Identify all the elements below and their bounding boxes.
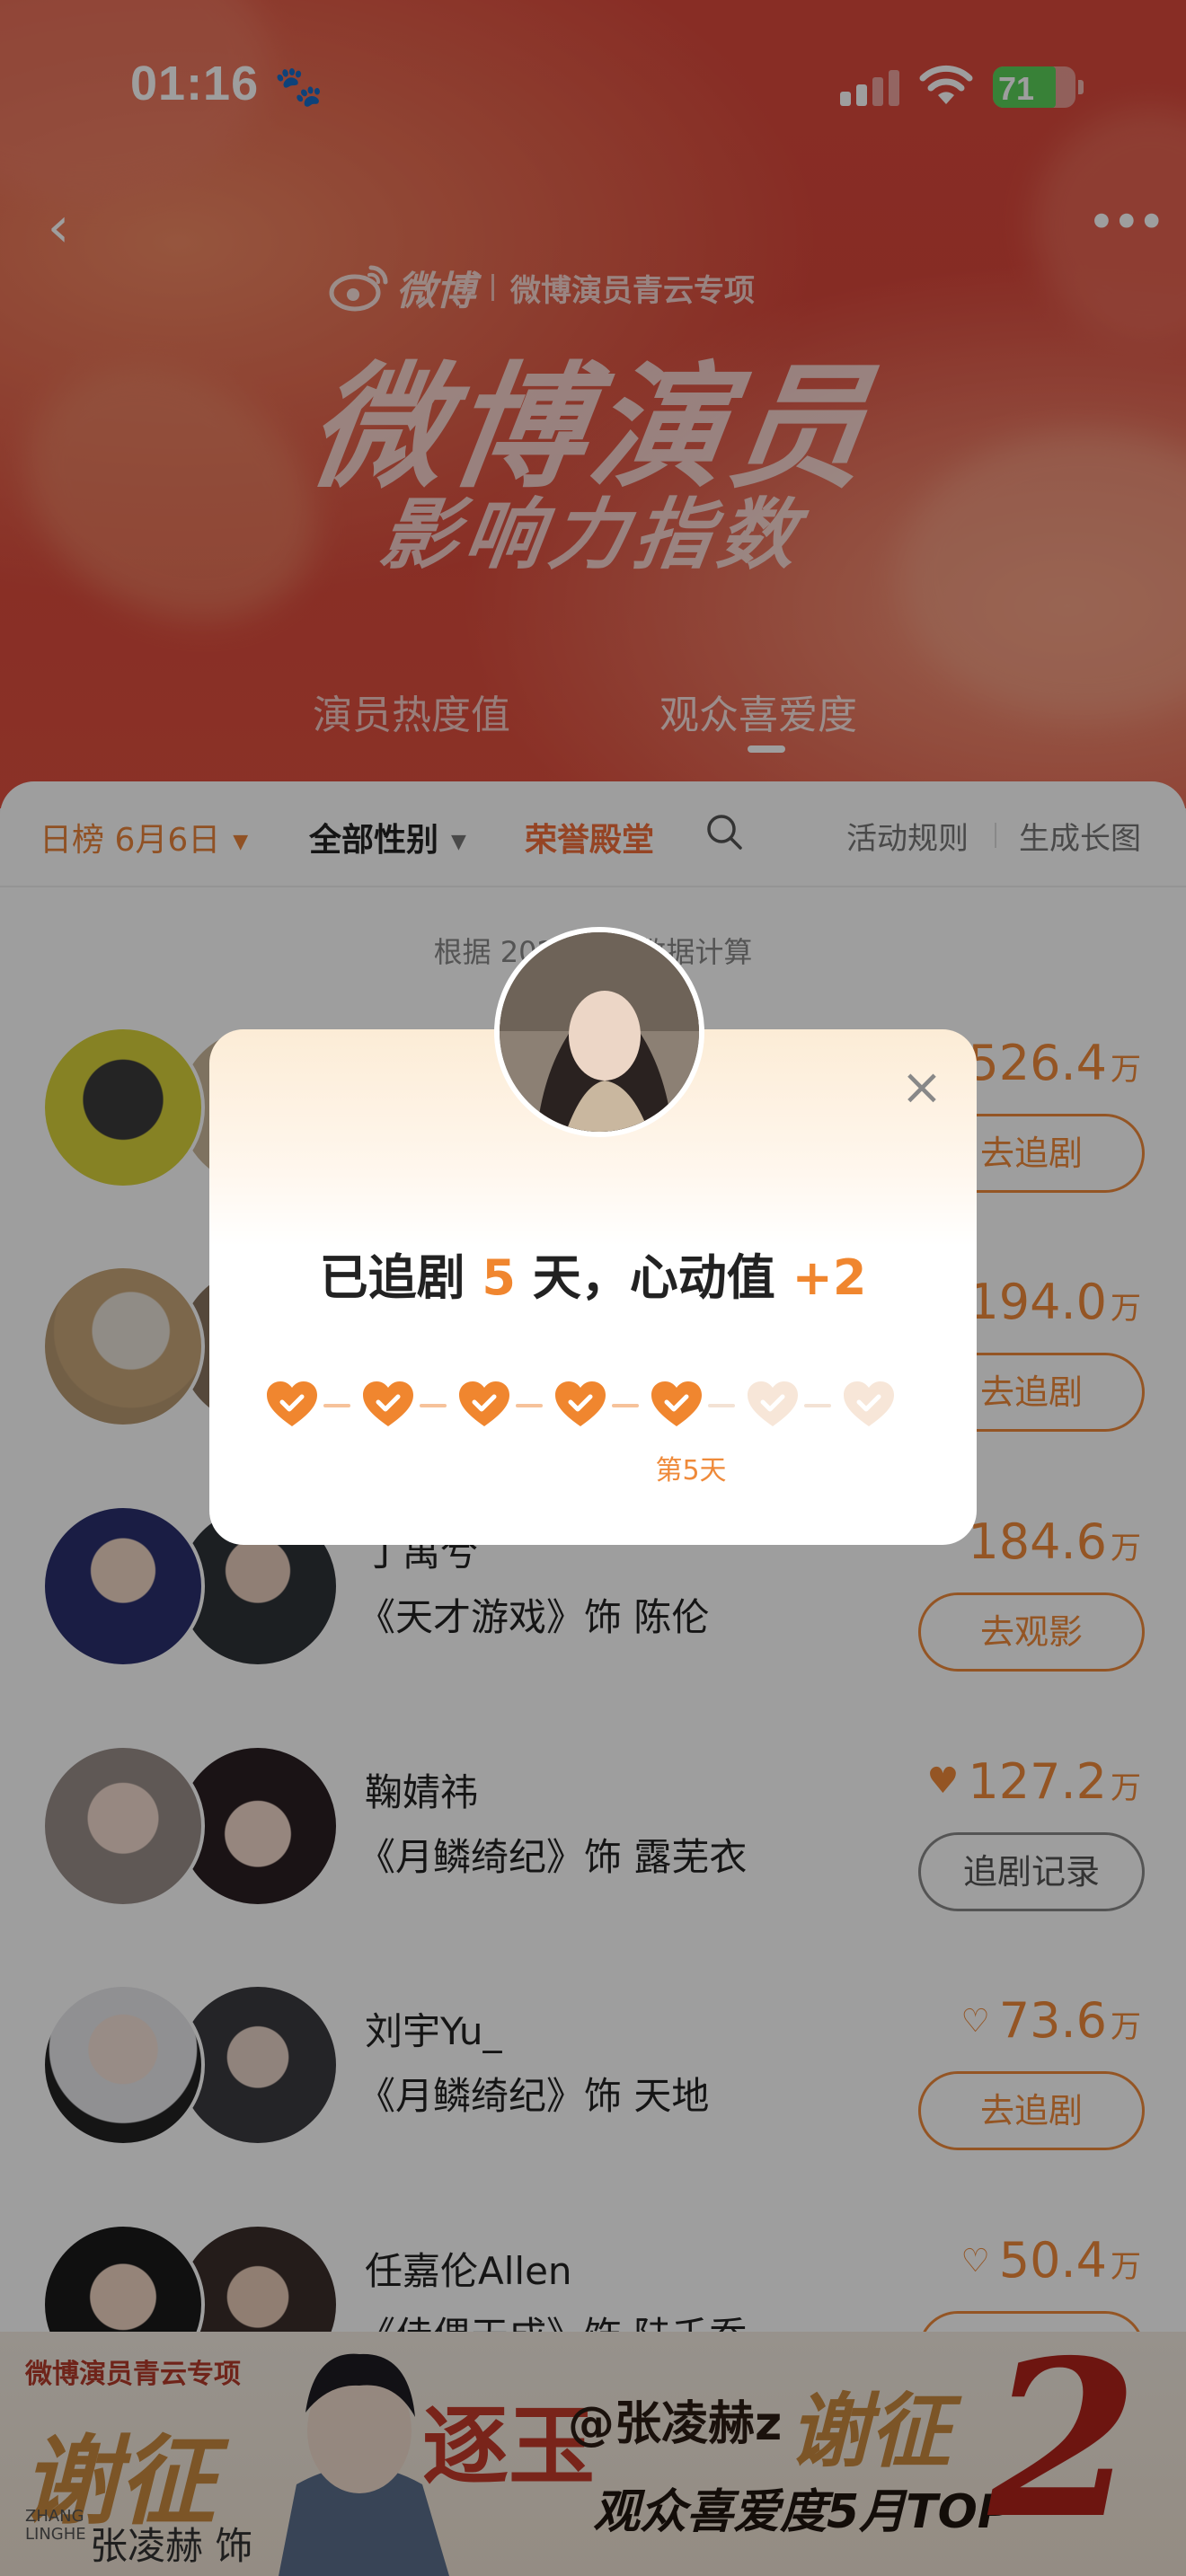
progress-connector — [804, 1404, 831, 1407]
heart-checked-icon — [267, 1381, 317, 1426]
progress-connector — [516, 1404, 543, 1407]
heart-checked-icon — [651, 1381, 702, 1426]
check-in-progress — [265, 1380, 921, 1434]
current-day-label: 第5天 — [655, 1455, 727, 1486]
modal-avatar — [494, 927, 704, 1137]
heart-unchecked-icon — [844, 1381, 894, 1426]
heart-checked-icon — [555, 1381, 606, 1426]
close-icon[interactable]: × — [899, 1063, 944, 1113]
heart-checked-icon — [459, 1381, 509, 1426]
progress-connector — [708, 1404, 735, 1407]
progress-connector — [612, 1404, 639, 1407]
progress-connector — [420, 1404, 447, 1407]
progress-connector — [323, 1404, 350, 1407]
check-in-message: 已追剧 5 天，心动值 +2 — [319, 1249, 867, 1306]
heart-checked-icon — [363, 1381, 413, 1426]
heart-unchecked-icon — [748, 1381, 798, 1426]
